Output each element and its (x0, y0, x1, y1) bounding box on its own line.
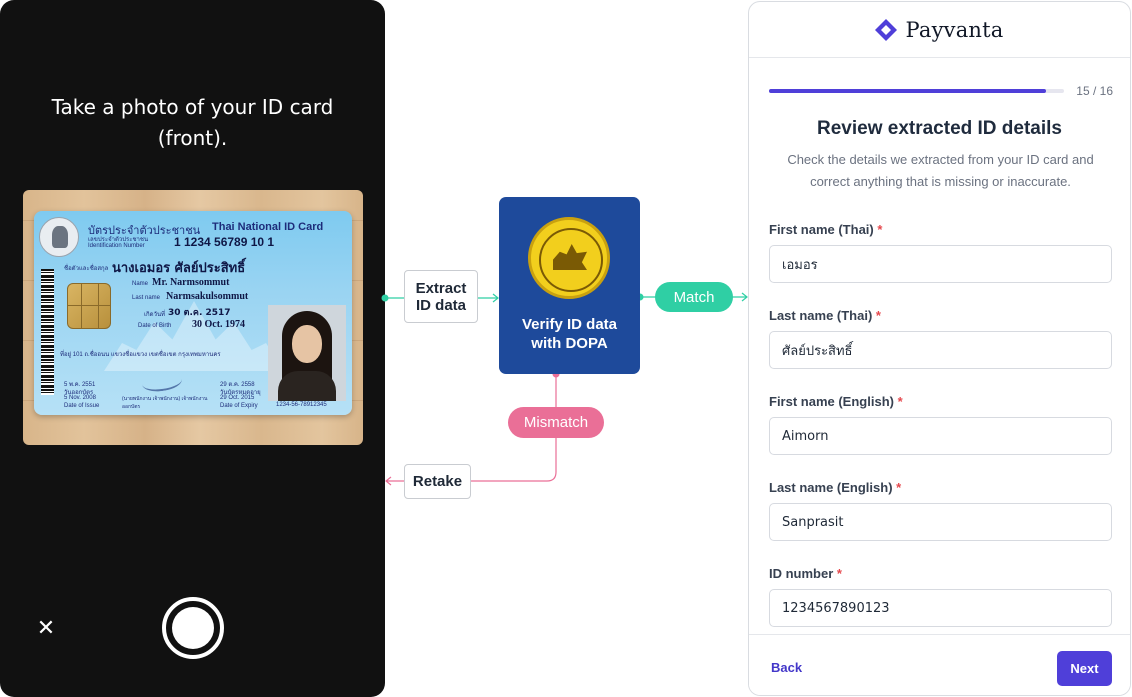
form-footer: Back Next (749, 634, 1130, 695)
payvanta-diamond-icon (875, 18, 898, 41)
card-photo-code: 1234-56-78912345 (276, 402, 327, 408)
id-number-input[interactable] (769, 589, 1112, 627)
verify-with-dopa-step: Verify ID data with DOPA (499, 197, 640, 374)
card-lastname-en-label: Last name (132, 295, 161, 301)
field-label-first-name-english: First name (English) * (769, 394, 903, 409)
retake-step: Retake (404, 464, 471, 499)
card-expiry-en: 29 Oct. 2015 (220, 395, 255, 401)
form-header: Payvanta (749, 2, 1130, 58)
card-barcode (41, 269, 54, 395)
last-name-english-input[interactable] (769, 503, 1112, 541)
card-signature (140, 370, 184, 394)
page-description: Check the details we extracted from your… (787, 152, 1094, 189)
card-officer: (นายพนักงาน เจ้าพนักงาน) เจ้าพนักงานออกบ… (122, 396, 208, 410)
field-label-first-name-thai: First name (Thai) * (769, 222, 883, 237)
progress-bar (769, 89, 1064, 93)
first-name-thai-input[interactable] (769, 245, 1112, 283)
id-card-photo: บัตรประจำตัวประชาชน Thai National ID Car… (23, 190, 363, 445)
back-button[interactable]: Back (771, 654, 802, 680)
card-name-en: Mr. Narmsommut (152, 277, 230, 288)
card-lastname-en: Narmsakulsommut (166, 291, 249, 302)
connector-extract-to-dopa (478, 293, 499, 303)
shutter-button[interactable] (162, 597, 224, 659)
card-id-number: 1 1234 56789 10 1 (174, 235, 275, 249)
card-chip-icon (67, 283, 111, 329)
extract-id-data-step: Extract ID data (404, 270, 478, 323)
thai-id-card: บัตรประจำตัวประชาชน Thai National ID Car… (34, 211, 352, 415)
last-name-thai-input[interactable] (769, 331, 1112, 369)
field-label-last-name-english: Last name (English) * (769, 480, 902, 495)
match-badge: Match (655, 282, 733, 312)
dopa-seal-icon (528, 217, 610, 299)
review-form: Payvanta 15 / 16 Review extracted ID det… (748, 1, 1131, 696)
card-dob-th-label: เกิดวันที่ (144, 312, 166, 318)
camera-instruction: Take a photo of your ID card (front). (51, 95, 334, 150)
onboarding-flow: Take a photo of your ID card (front). บั… (0, 0, 1132, 697)
card-dob-en: 30 Oct. 1974 (192, 319, 246, 330)
dopa-label: Verify ID data with DOPA (521, 316, 618, 352)
brand-name: Payvanta (905, 17, 1004, 42)
card-dob-en-label: Date of Birth (138, 323, 172, 329)
card-issue-en-label: Date of Issue (64, 403, 100, 409)
field-label-last-name-thai: Last name (Thai) * (769, 308, 881, 323)
page-title: Review extracted ID details (817, 118, 1062, 139)
close-icon[interactable]: ✕ (34, 616, 58, 640)
card-id-label: เลขประจำตัวประชาชน Identification Number (88, 237, 149, 249)
card-issue-en: 5 Nov. 2008 (64, 395, 96, 401)
card-thai-name: นางเอมอร ศัลย์ประสิทธิ์ (112, 261, 246, 276)
card-name-en-label: Name (132, 281, 149, 287)
garuda-emblem-icon (39, 217, 79, 257)
card-dob-th: 30 ต.ค. 2517 (168, 308, 231, 318)
card-portrait (268, 305, 346, 401)
next-button[interactable]: Next (1057, 651, 1112, 686)
mismatch-badge: Mismatch (508, 407, 604, 438)
card-english-title: Thai National ID Card (212, 221, 324, 233)
card-name-label: ชื่อตัวและชื่อสกุล (64, 266, 109, 272)
first-name-english-input[interactable] (769, 417, 1112, 455)
card-address: ที่อยู่ 101 ถ.ชื่ออนน แขวงชื่อแขวง เขตชื… (60, 352, 221, 358)
progress-text: 15 / 16 (1076, 84, 1113, 98)
progress-fill (769, 89, 1047, 93)
field-label-id-number: ID number * (769, 566, 842, 581)
camera-screen: Take a photo of your ID card (front). บั… (0, 0, 385, 697)
card-expiry-en-label: Date of Expiry (220, 403, 258, 409)
